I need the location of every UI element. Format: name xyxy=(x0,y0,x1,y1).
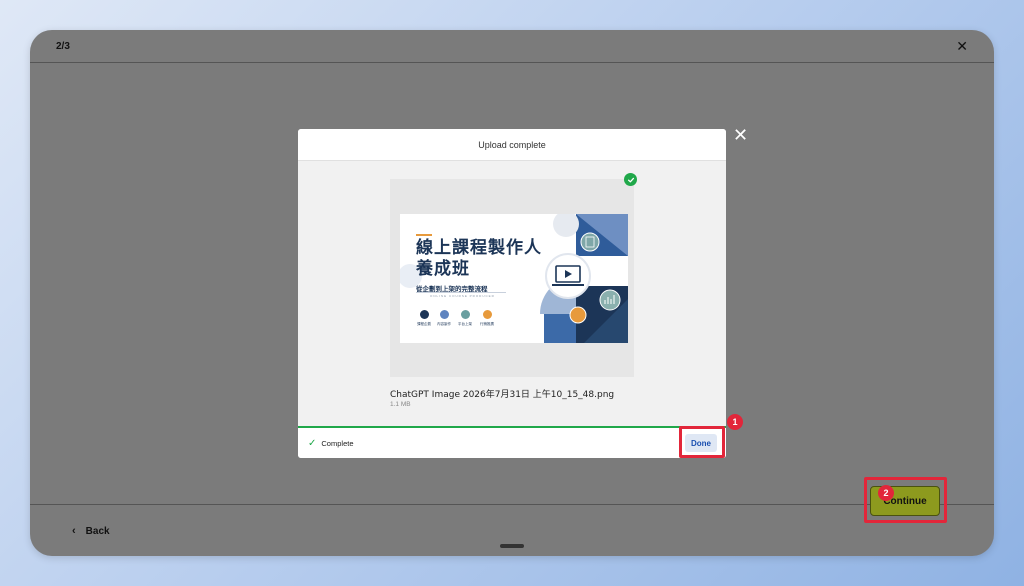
back-arrow-icon: ‹ xyxy=(72,525,76,537)
poster-icon-3 xyxy=(461,310,470,319)
poster-divider xyxy=(416,292,506,293)
step-badge-1: 1 xyxy=(727,414,743,430)
check-icon: ✓ xyxy=(308,438,317,449)
file-name: ChatGPT Image 2026年7月31日 上午10_15_48.png xyxy=(390,390,615,400)
poster-icon-label-2: 內容製作 xyxy=(437,322,451,326)
upload-dialog: Upload complete 線上課程製作人 養成班 從企劃到上架的完整流程 … xyxy=(298,129,726,458)
upload-status: ✓ Complete xyxy=(308,438,354,449)
wizard-footer: ‹ Back xyxy=(30,504,994,556)
check-circle-icon xyxy=(624,173,637,186)
poster-icon-label-1: 課程企劃 xyxy=(417,322,431,326)
status-label: Complete xyxy=(321,439,354,448)
drag-handle[interactable] xyxy=(500,544,524,548)
poster-icon-label-4: 行銷推廣 xyxy=(480,322,494,326)
dialog-title: Upload complete xyxy=(298,129,726,161)
step-indicator: 2/3 xyxy=(56,41,70,52)
poster-icon-4 xyxy=(483,310,492,319)
dialog-footer: ✓ Complete Done xyxy=(298,426,726,458)
file-size: 1.1 MB xyxy=(390,401,411,408)
poster-title: 線上課程製作人 養成班 xyxy=(416,238,542,279)
uploaded-image-thumbnail[interactable]: 線上課程製作人 養成班 從企劃到上架的完整流程 ONLINE COURSE PR… xyxy=(400,214,628,343)
poster-icon-1 xyxy=(420,310,429,319)
poster-english-caption: ONLINE COURSE PRODUCER xyxy=(430,294,495,298)
back-label: Back xyxy=(85,525,110,537)
highlight-box-continue xyxy=(864,477,947,523)
poster-icon-2 xyxy=(440,310,449,319)
highlight-box-done xyxy=(679,426,725,458)
back-button[interactable]: ‹ Back xyxy=(72,525,110,537)
close-icon[interactable]: ✕ xyxy=(733,125,748,146)
poster-icon-label-3: 平台上架 xyxy=(458,322,472,326)
close-icon[interactable]: ✕ xyxy=(956,38,968,55)
poster-accent-bar xyxy=(416,234,432,236)
step-badge-2: 2 xyxy=(878,485,894,501)
wizard-header: 2/3 ✕ xyxy=(30,30,994,63)
